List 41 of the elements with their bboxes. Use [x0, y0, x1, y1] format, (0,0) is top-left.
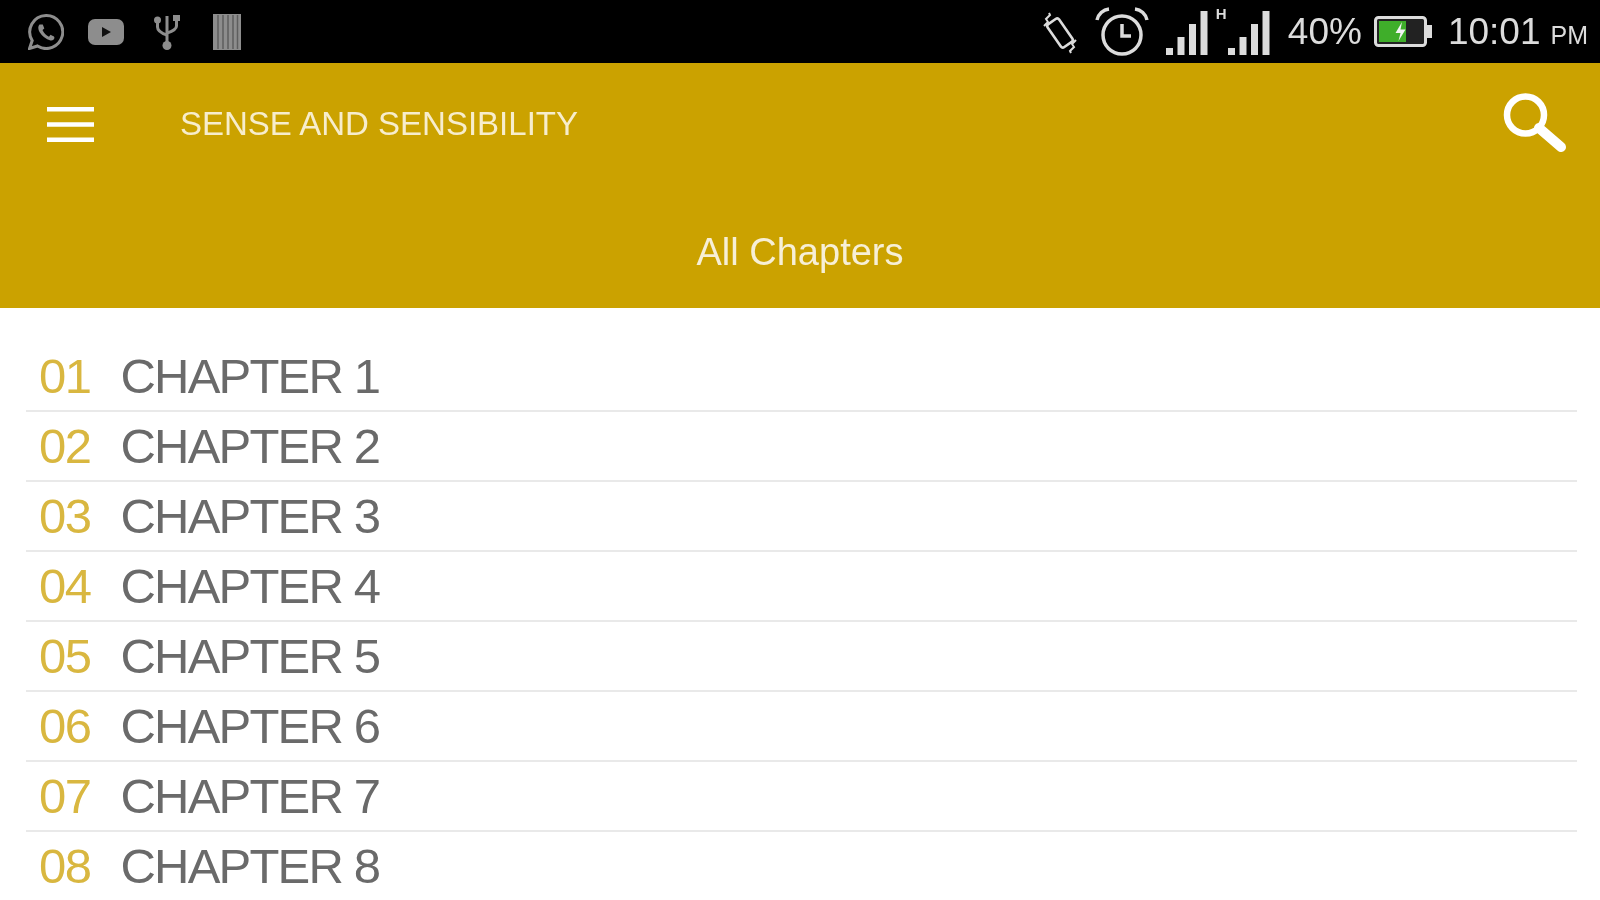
clock-meridiem: PM [1550, 19, 1588, 50]
alarm-clock-icon [1094, 6, 1149, 57]
signal-icon [1227, 10, 1270, 55]
chapter-number: 03 [39, 488, 91, 544]
battery-icon [1373, 16, 1432, 47]
chapter-number: 07 [39, 768, 91, 824]
phone-bubble-icon [28, 13, 64, 50]
chapter-title: CHAPTER 2 [120, 418, 380, 474]
chapter-number: 04 [39, 558, 91, 614]
play-button-icon [88, 18, 124, 45]
book-title: SENSE AND SENSIBILITY [180, 104, 578, 144]
chapter-title: CHAPTER 7 [120, 768, 380, 824]
chapter-number: 05 [39, 628, 91, 684]
chapter-list-item[interactable]: 03 CHAPTER 3 [26, 482, 1577, 552]
signal-icon [1165, 10, 1208, 55]
usb-icon [153, 13, 181, 50]
striped-card-icon [213, 13, 241, 50]
network-type-label: H [1215, 5, 1227, 21]
chapter-title: CHAPTER 5 [120, 628, 380, 684]
chapter-number: 01 [39, 348, 91, 404]
chapter-list-item[interactable]: 06 CHAPTER 6 [26, 692, 1577, 762]
chapter-list-item[interactable]: 07 CHAPTER 7 [26, 762, 1577, 832]
chapter-title: CHAPTER 1 [120, 348, 380, 404]
chapter-number: 02 [39, 418, 91, 474]
battery-percentage: 40% [1287, 10, 1362, 53]
section-heading: All Chapters [696, 230, 904, 275]
search-icon[interactable] [1503, 92, 1566, 152]
chapter-list-item[interactable]: 04 CHAPTER 4 [26, 552, 1577, 622]
chapter-title: CHAPTER 3 [120, 488, 380, 544]
chapter-list-item[interactable]: 02 CHAPTER 2 [26, 412, 1577, 482]
chapter-list-item[interactable]: 01 CHAPTER 1 [26, 342, 1577, 412]
chapter-number: 08 [39, 838, 91, 894]
chapter-title: CHAPTER 4 [120, 558, 380, 614]
chapter-title: CHAPTER 6 [120, 698, 380, 754]
chapter-list-item[interactable]: 05 CHAPTER 5 [26, 622, 1577, 692]
vibrate-icon [1041, 11, 1078, 54]
chapter-number: 06 [39, 698, 91, 754]
chapter-list-item[interactable]: 08 CHAPTER 8 [26, 832, 1577, 900]
chapter-title: CHAPTER 8 [120, 838, 380, 894]
menu-icon[interactable] [47, 106, 94, 142]
clock-time: 10:01 [1447, 10, 1541, 53]
